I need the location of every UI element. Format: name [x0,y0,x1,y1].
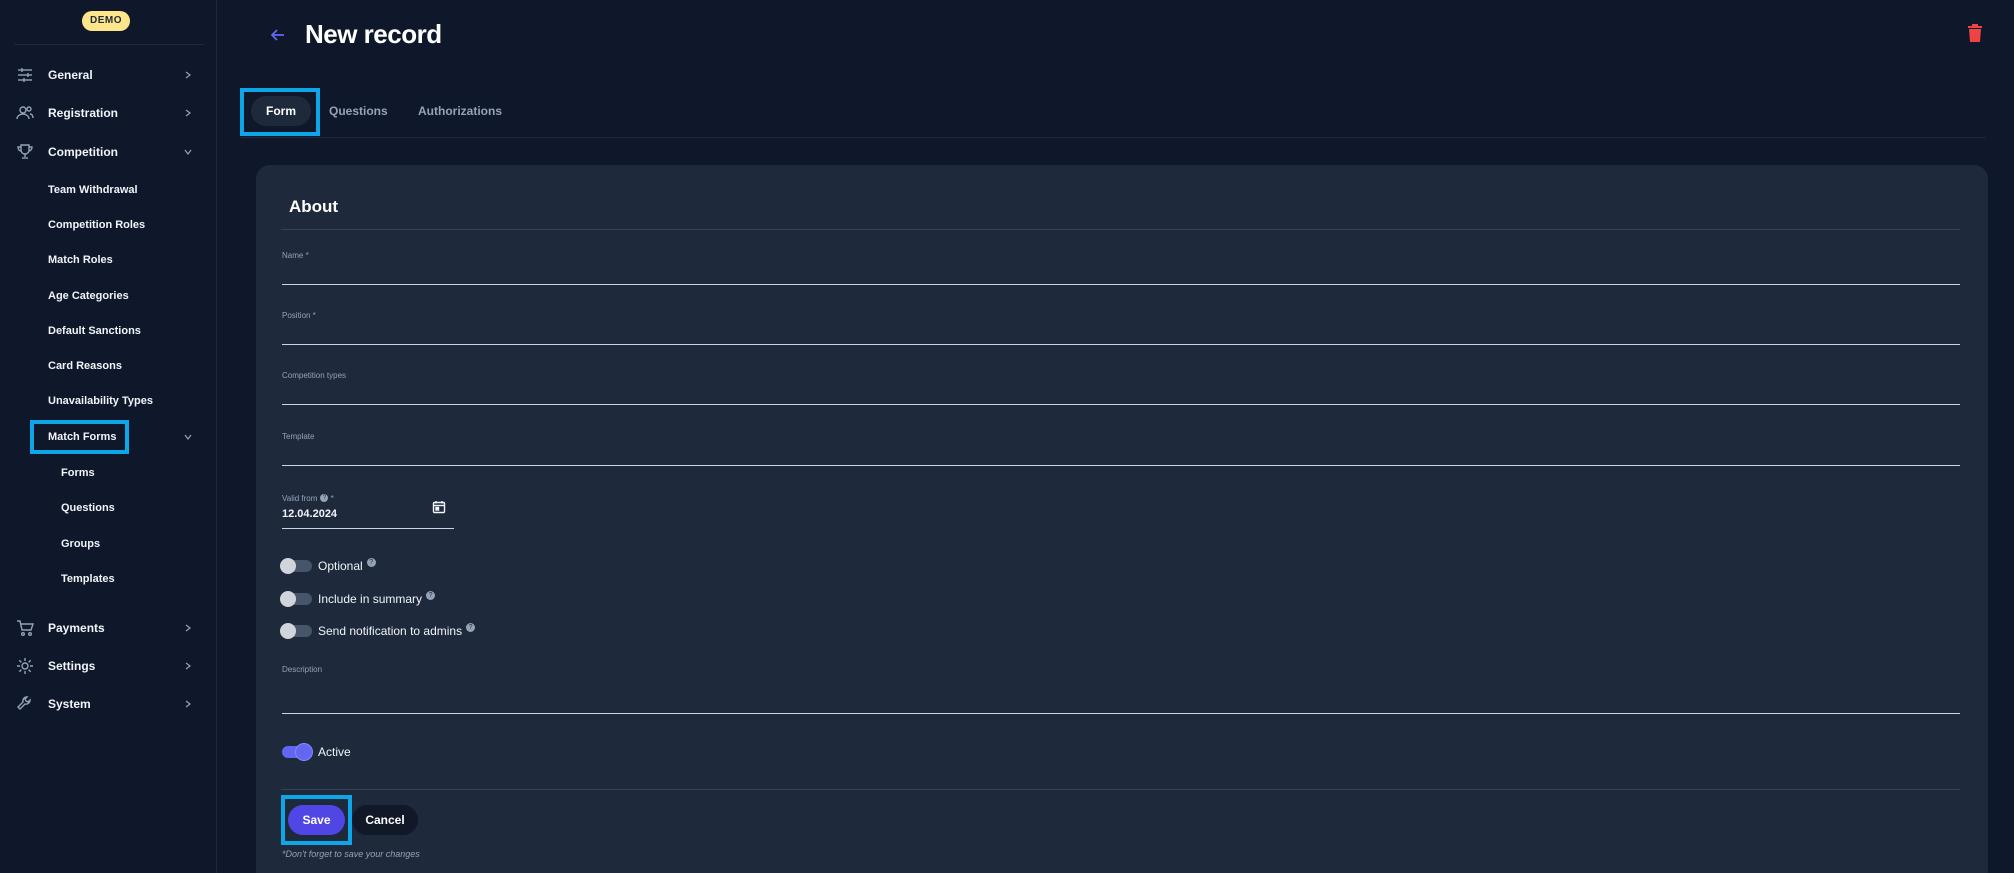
sidebar-subitem-team-withdrawal[interactable]: Team Withdrawal [48,180,138,200]
back-arrow-icon[interactable] [268,25,288,45]
trophy-icon [16,143,34,161]
sidebar: DEMO General Registration Competition Te… [0,0,217,873]
description-label: Description [282,665,323,674]
sidebar-divider [14,44,204,45]
cancel-button[interactable]: Cancel [352,805,418,835]
page-title: New record [305,19,442,49]
sidebar-subitem-templates[interactable]: Templates [61,569,115,589]
save-highlight [281,795,352,845]
help-icon[interactable]: ? [426,590,436,600]
wrench-icon [16,695,34,713]
sidebar-subitem-card-reasons[interactable]: Card Reasons [48,356,122,376]
valid-from-required-mark: * [330,494,334,503]
notify-admins-toggle-row: Send notification to admins ? [280,622,476,640]
notify-admins-label: Send notification to admins [318,624,463,638]
trash-icon[interactable] [1967,24,1985,44]
section-title: About [289,197,339,216]
chevron-right-icon [183,661,193,671]
valid-from-field[interactable]: Valid from? * 12.04.2024 [282,494,454,529]
sidebar-subitem-default-sanctions[interactable]: Default Sanctions [48,321,141,341]
template-field[interactable]: Template [282,432,1960,466]
sidebar-subitem-competition-roles[interactable]: Competition Roles [48,215,145,235]
sidebar-item-competition[interactable]: Competition [0,138,217,166]
include-summary-toggle[interactable] [280,591,312,607]
match-forms-highlight [30,420,129,454]
active-toggle-row: Active [282,743,351,761]
sidebar-item-system[interactable]: System [0,690,217,718]
calendar-icon[interactable] [432,500,446,514]
form-card: About Name * Position * Competition type… [256,165,1988,873]
sidebar-item-label: General [48,68,93,82]
competition-types-field[interactable]: Competition types [282,371,1960,405]
active-label: Active [318,745,351,759]
sidebar-subitem-age-categories[interactable]: Age Categories [48,286,129,306]
section-divider [281,229,1960,230]
valid-from-value: 12.04.2024 [282,508,338,520]
name-field[interactable]: Name * [282,251,1960,285]
sidebar-item-general[interactable]: General [0,61,217,89]
sidebar-subitem-unavailability-types[interactable]: Unavailability Types [48,391,153,411]
chevron-right-icon [183,70,193,80]
active-toggle[interactable] [282,744,312,760]
footer-divider [281,789,1960,790]
position-field[interactable]: Position * [282,311,1960,345]
chevron-right-icon [183,699,193,709]
name-label: Name * [282,251,309,260]
cart-icon [16,619,34,637]
description-field[interactable]: Description [282,665,1960,714]
sidebar-item-settings[interactable]: Settings [0,652,217,680]
sidebar-subitem-questions[interactable]: Questions [61,498,115,518]
sidebar-subitem-match-roles[interactable]: Match Roles [48,250,113,270]
help-icon[interactable]: ? [320,494,329,502]
sidebar-item-label: Settings [48,659,96,673]
notify-admins-toggle[interactable] [280,623,312,639]
form-tab-highlight [240,88,320,136]
sidebar-item-label: Payments [48,621,105,635]
optional-toggle-row: Optional ? [280,557,376,575]
valid-from-label: Valid from? * [282,494,334,503]
chevron-down-icon [183,147,193,157]
competition-types-label: Competition types [282,371,347,380]
users-icon [16,104,34,122]
help-icon[interactable]: ? [366,557,376,567]
optional-toggle[interactable] [280,558,312,574]
include-summary-label: Include in summary [318,592,423,606]
help-icon[interactable]: ? [466,622,476,632]
tab-authorizations[interactable]: Authorizations [418,96,502,126]
tabs-bar: Form Questions Authorizations [241,88,1986,138]
chevron-right-icon [183,108,193,118]
sidebar-item-registration[interactable]: Registration [0,99,217,127]
tab-questions[interactable]: Questions [329,96,388,126]
sidebar-item-payments[interactable]: Payments [0,614,217,642]
optional-label: Optional [318,559,363,573]
sidebar-item-label: System [48,697,91,711]
chevron-right-icon [183,623,193,633]
position-label: Position * [282,311,316,320]
gear-icon [16,657,34,675]
sidebar-subitem-groups[interactable]: Groups [61,534,100,554]
sidebar-item-label: Registration [48,106,119,120]
save-note: *Don't forget to save your changes [282,849,420,859]
page-header: New record [218,0,2014,77]
demo-badge: DEMO [82,11,130,31]
valid-from-label-text: Valid from [282,494,318,503]
sliders-icon [16,66,34,84]
sidebar-subitem-forms[interactable]: Forms [61,463,95,483]
chevron-down-icon[interactable] [183,432,193,442]
sidebar-item-label: Competition [48,145,118,159]
include-summary-toggle-row: Include in summary ? [280,590,436,608]
template-label: Template [282,432,315,441]
